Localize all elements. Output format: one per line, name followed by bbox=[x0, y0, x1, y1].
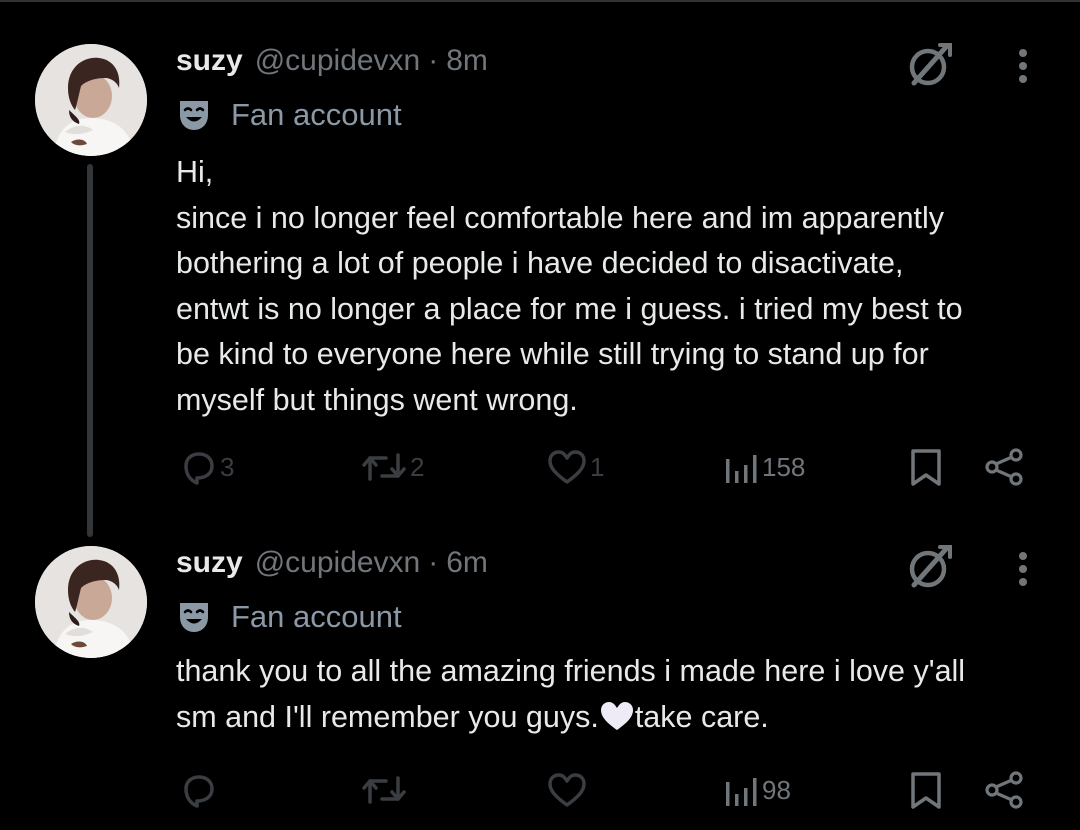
username[interactable]: @cupidevxn bbox=[255, 44, 421, 78]
account-label[interactable]: Fan account bbox=[176, 95, 402, 135]
avatar[interactable] bbox=[35, 546, 147, 658]
tweet-text-line: be kind to everyone here while still try… bbox=[176, 337, 929, 371]
bookmark-icon bbox=[911, 449, 941, 486]
separator-dot: · bbox=[428, 44, 439, 77]
views-button[interactable]: 158 bbox=[724, 445, 805, 489]
tweet-header: suzy @cupidevxn · 8m bbox=[176, 44, 488, 84]
separator-dot: · bbox=[428, 546, 439, 579]
display-name[interactable]: suzy bbox=[176, 44, 243, 78]
white-heart-emoji-icon bbox=[600, 701, 633, 730]
share-icon bbox=[985, 448, 1023, 486]
account-label-text: Fan account bbox=[231, 97, 402, 132]
grok-icon[interactable] bbox=[900, 37, 956, 93]
action-bar: 98 bbox=[0, 768, 1080, 812]
repost-icon bbox=[362, 453, 406, 481]
timestamp[interactable]: 8m bbox=[446, 44, 488, 78]
like-button[interactable] bbox=[546, 768, 590, 812]
share-button[interactable] bbox=[984, 768, 1026, 812]
reply-icon bbox=[184, 775, 214, 808]
theater-mask-icon bbox=[180, 603, 208, 632]
tweet-text-line: thank you to all the amazing friends i m… bbox=[176, 654, 966, 688]
heart-icon bbox=[548, 773, 586, 807]
tweet-header: suzy @cupidevxn · 6m bbox=[176, 546, 488, 586]
bookmark-button[interactable] bbox=[908, 445, 944, 489]
action-bar: 3 2 1 158 bbox=[0, 445, 1080, 489]
view-count: 98 bbox=[762, 774, 791, 805]
tweet-text-line: sm and I'll remember you guys. take care. bbox=[176, 695, 1056, 741]
account-label-text: Fan account bbox=[231, 599, 402, 634]
tweet-text-line: myself but things went wrong. bbox=[176, 382, 578, 417]
account-label[interactable]: Fan account bbox=[176, 597, 402, 637]
bookmark-icon bbox=[911, 772, 941, 809]
bookmark-button[interactable] bbox=[908, 768, 944, 812]
heart-icon bbox=[548, 450, 586, 484]
views-icon bbox=[726, 455, 757, 483]
timestamp[interactable]: 6m bbox=[446, 546, 488, 580]
repost-icon bbox=[362, 776, 406, 804]
grok-icon[interactable] bbox=[900, 539, 956, 595]
tweet-text-line: since i no longer feel comfortable here … bbox=[176, 200, 945, 235]
avatar[interactable] bbox=[35, 44, 147, 156]
tweet-text-line: entwt is no longer a place for me i gues… bbox=[176, 291, 963, 326]
display-name[interactable]: suzy bbox=[176, 546, 243, 580]
reply-button[interactable]: 3 bbox=[178, 445, 234, 489]
share-icon bbox=[985, 771, 1023, 809]
tweet-text: Hi, since i no longer feel comfortable h… bbox=[176, 150, 1056, 423]
like-count: 1 bbox=[590, 451, 605, 482]
more-vertical-icon[interactable] bbox=[1008, 36, 1038, 96]
view-count: 158 bbox=[762, 451, 806, 482]
reply-button[interactable] bbox=[178, 768, 220, 812]
tweet-text: thank you to all the amazing friends i m… bbox=[176, 649, 1056, 740]
theater-mask-icon bbox=[180, 101, 208, 130]
tweet-text-line: bothering a lot of people i have decided… bbox=[176, 246, 904, 280]
tweet[interactable]: suzy @cupidevxn · 6m Fan account thank y… bbox=[0, 545, 1080, 830]
like-button[interactable]: 1 bbox=[546, 445, 604, 489]
username[interactable]: @cupidevxn bbox=[255, 546, 421, 580]
repost-button[interactable] bbox=[360, 768, 410, 812]
views-button[interactable]: 98 bbox=[724, 768, 791, 812]
reply-count: 3 bbox=[220, 451, 235, 482]
repost-count: 2 bbox=[410, 451, 425, 482]
reply-icon bbox=[184, 452, 214, 485]
share-button[interactable] bbox=[984, 445, 1026, 489]
tweet-text-fragment: take care. bbox=[634, 699, 769, 734]
views-icon bbox=[726, 778, 757, 806]
tweet[interactable]: suzy @cupidevxn · 8m Fan account Hi, sin… bbox=[0, 0, 1080, 545]
tweet-text-fragment: sm and I'll remember you guys. bbox=[176, 699, 599, 734]
tweet-text-line: Hi, bbox=[176, 155, 214, 189]
repost-button[interactable]: 2 bbox=[360, 445, 424, 489]
more-vertical-icon[interactable] bbox=[1008, 539, 1038, 599]
